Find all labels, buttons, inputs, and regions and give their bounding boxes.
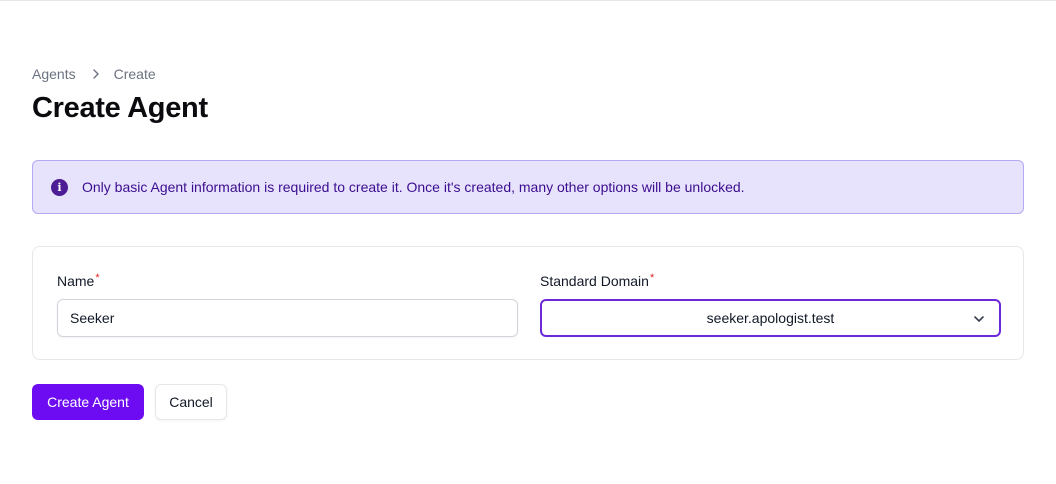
agent-form-card: Name* Standard Domain* seeker.apologist.…: [32, 246, 1024, 360]
info-alert: i Only basic Agent information is requir…: [32, 160, 1024, 214]
domain-field-group: Standard Domain* seeker.apologist.test: [540, 271, 1001, 337]
chevron-down-icon: [971, 311, 987, 327]
chevron-right-icon: [90, 68, 102, 80]
breadcrumb-agents-link[interactable]: Agents: [32, 66, 76, 82]
required-marker: *: [649, 272, 655, 284]
form-actions: Create Agent Cancel: [32, 384, 227, 420]
breadcrumb: Agents Create: [32, 64, 156, 84]
domain-select-value: seeker.apologist.test: [706, 310, 835, 326]
domain-select[interactable]: seeker.apologist.test: [540, 299, 1001, 337]
cancel-button[interactable]: Cancel: [155, 384, 227, 420]
info-icon: i: [51, 178, 68, 196]
create-agent-button[interactable]: Create Agent: [32, 384, 144, 420]
required-marker: *: [95, 272, 100, 284]
alert-message: Only basic Agent information is required…: [82, 179, 745, 195]
name-field-group: Name*: [57, 271, 518, 337]
name-label: Name*: [57, 272, 100, 289]
name-input[interactable]: [57, 299, 518, 337]
top-divider: [0, 0, 1056, 1]
breadcrumb-current: Create: [113, 66, 156, 82]
page-title: Create Agent: [32, 92, 208, 124]
domain-label: Standard Domain*: [540, 272, 655, 289]
